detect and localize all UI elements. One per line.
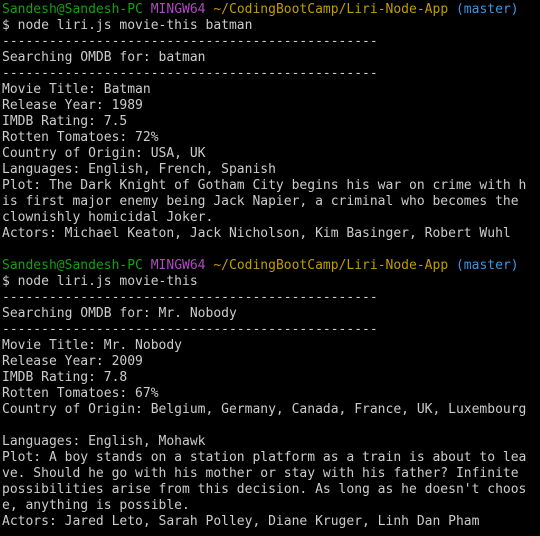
output-line: Languages: English, French, Spanish	[2, 162, 276, 177]
prompt-path: ~/CodingBootCamp/Liri-Node-App	[213, 2, 449, 17]
separator-line: ----------------------------------------…	[2, 34, 378, 49]
output-line: Rotten Tomatoes: 67%	[2, 386, 159, 401]
output-line: Movie Title: Batman	[2, 82, 151, 97]
output-line: Plot: The Dark Knight of Gotham City beg…	[2, 178, 527, 193]
prompt-user: Sandesh@Sandesh-PC	[2, 258, 143, 273]
output-line: Release Year: 1989	[2, 98, 143, 113]
prompt-branch: (master)	[455, 258, 519, 273]
output-line: ve. Should he go with his mother or stay…	[2, 466, 519, 481]
output-line: possibilities arise from this decision. …	[2, 482, 527, 497]
separator-line: ----------------------------------------…	[2, 66, 378, 81]
output-line: IMDB Rating: 7.8	[2, 370, 128, 385]
prompt-user: Sandesh@Sandesh-PC	[2, 2, 143, 17]
separator-line: ----------------------------------------…	[2, 322, 378, 337]
command-line: $ node liri.js movie-this	[2, 274, 198, 289]
prompt-branch: (master)	[455, 2, 519, 17]
searching-line: Searching OMDB for: batman	[2, 50, 206, 65]
output-line: Languages: English, Mohawk	[2, 434, 206, 449]
output-line: is first major enemy being Jack Napier, …	[2, 194, 519, 209]
separator-line: ----------------------------------------…	[2, 290, 378, 305]
output-line: Actors: Jared Leto, Sarah Polley, Diane …	[2, 514, 480, 529]
terminal-window[interactable]: Sandesh@Sandesh-PC MINGW64 ~/CodingBootC…	[0, 0, 540, 536]
prompt-line: Sandesh@Sandesh-PC MINGW64 ~/CodingBootC…	[2, 258, 519, 274]
output-line: Release Year: 2009	[2, 354, 143, 369]
output-line: IMDB Rating: 7.5	[2, 114, 128, 129]
prompt-line: Sandesh@Sandesh-PC MINGW64 ~/CodingBootC…	[2, 2, 519, 18]
prompt-system: MINGW64	[150, 258, 206, 273]
searching-line: Searching OMDB for: Mr. Nobody	[2, 306, 237, 321]
output-line: clownishly homicidal Joker.	[2, 210, 214, 225]
output-line: Country of Origin: USA, UK	[2, 146, 206, 161]
output-line: Rotten Tomatoes: 72%	[2, 130, 159, 145]
output-line: Movie Title: Mr. Nobody	[2, 338, 183, 353]
command-line: $ node liri.js movie-this batman	[2, 18, 253, 33]
prompt-system: MINGW64	[150, 2, 206, 17]
output-line: Country of Origin: Belgium, Germany, Can…	[2, 402, 527, 417]
output-line: Plot: A boy stands on a station platform…	[2, 450, 527, 465]
output-line: Actors: Michael Keaton, Jack Nicholson, …	[2, 226, 511, 241]
output-line: e, anything is possible.	[2, 498, 190, 513]
prompt-path: ~/CodingBootCamp/Liri-Node-App	[213, 258, 449, 273]
